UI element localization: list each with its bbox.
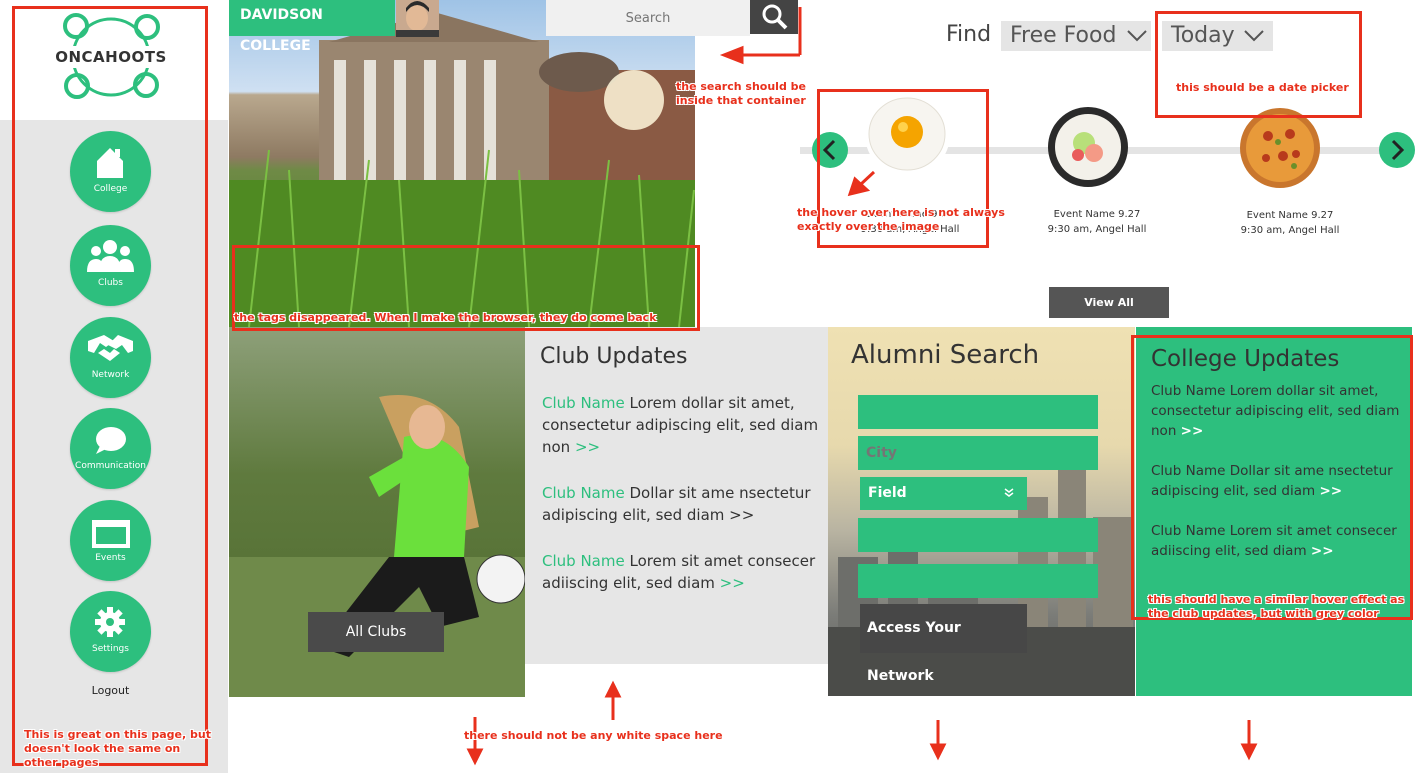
search-input[interactable] xyxy=(546,0,750,36)
alumni-name-input[interactable] xyxy=(858,395,1098,429)
club-name-link[interactable]: Club Name xyxy=(542,484,625,502)
field-dropdown[interactable]: Field xyxy=(860,477,1027,510)
annotation-box-sidebar xyxy=(12,6,208,766)
chevron-down-icon xyxy=(1127,30,1147,42)
annotation-box-college-updates xyxy=(1131,335,1413,620)
event-name: Event Name 9.27 xyxy=(1246,210,1334,221)
category-dropdown-value: Free Food xyxy=(1010,23,1117,48)
event-caption[interactable]: Event Name 9.27 9:30 am, Angel Hall xyxy=(1037,207,1157,237)
annotation-search: the search should be inside that contain… xyxy=(676,80,806,107)
annotation-whitespace: there should not be any white space here xyxy=(464,729,723,742)
alumni-search-title: Alumni Search xyxy=(851,340,1040,370)
event-name: Event Name 9.27 xyxy=(1053,209,1141,220)
club-name-link[interactable]: Club Name xyxy=(542,394,625,412)
college-name-tag[interactable]: DAVIDSON COLLEGE xyxy=(229,0,395,54)
event-caption[interactable]: Event Name 9.27 9:30 am, Angel Hall xyxy=(1230,208,1350,238)
search-button[interactable] xyxy=(750,0,798,34)
carousel-next-button[interactable] xyxy=(1379,132,1415,168)
annotation-hover: the hover over here is not always exactl… xyxy=(797,206,1005,233)
field-dropdown-value: Field xyxy=(868,485,907,501)
sushi-roll-picture xyxy=(1048,107,1128,187)
double-chevron-down-icon xyxy=(1004,488,1014,497)
annotation-date: this should be a date picker xyxy=(1176,81,1349,94)
category-dropdown[interactable]: Free Food xyxy=(1001,21,1151,51)
search-icon xyxy=(762,4,788,30)
annotation-box-date xyxy=(1155,11,1362,118)
user-avatar-picture xyxy=(396,0,439,37)
event-image-sushi[interactable] xyxy=(1046,105,1131,190)
annotation-tags: the tags disappeared. When I make the br… xyxy=(234,311,657,324)
club-updates-title: Club Updates xyxy=(540,344,688,369)
event-detail: 9:30 am, Angel Hall xyxy=(1240,225,1340,236)
find-label: Find xyxy=(946,22,992,47)
pizza-picture xyxy=(1240,108,1320,188)
all-clubs-button[interactable]: All Clubs xyxy=(308,612,444,652)
club-name-link[interactable]: Club Name xyxy=(542,552,625,570)
view-all-button[interactable]: View All xyxy=(1049,287,1169,318)
alumni-input-5[interactable] xyxy=(858,564,1098,598)
city-input[interactable] xyxy=(858,436,1098,470)
club-update-item[interactable]: Club Name Lorem dollar sit amet, consect… xyxy=(542,392,824,458)
read-more-link[interactable]: >> xyxy=(575,438,600,456)
annotation-college-hover: this should have a similar hover effect … xyxy=(1148,593,1405,620)
club-update-item[interactable]: Club Name Lorem sit amet consecer adiisc… xyxy=(542,550,824,594)
avatar[interactable] xyxy=(396,0,439,37)
event-detail: 9:30 am, Angel Hall xyxy=(1047,224,1147,235)
alumni-input-4[interactable] xyxy=(858,518,1098,552)
annotation-sidebar: This is great on this page, but doesn't … xyxy=(24,728,211,769)
chevron-right-icon xyxy=(1391,139,1405,161)
read-more-link[interactable]: >> xyxy=(720,574,745,592)
club-update-item[interactable]: Club Name Dollar sit ame nsectetur adipi… xyxy=(542,482,824,526)
access-network-button[interactable]: Access Your Network xyxy=(860,604,1027,684)
event-image-pizza[interactable] xyxy=(1238,106,1323,191)
